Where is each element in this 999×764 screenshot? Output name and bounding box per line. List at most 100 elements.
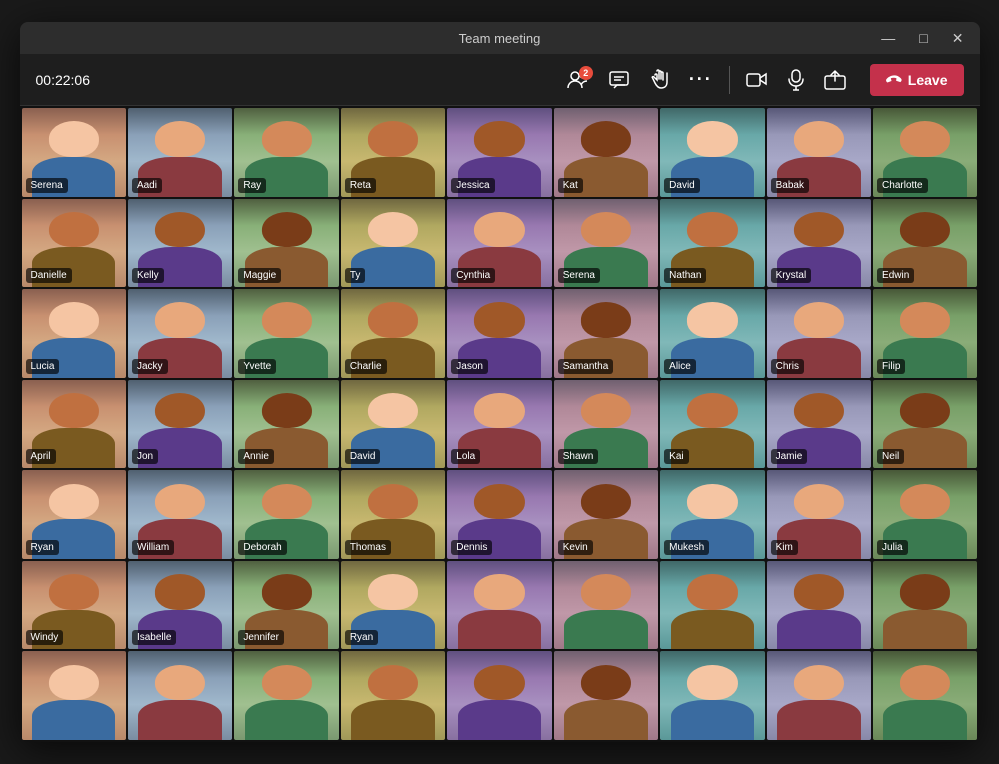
participant-name-label: Dennis bbox=[451, 540, 492, 555]
meeting-timer: 00:22:06 bbox=[36, 72, 91, 88]
participant-cell[interactable]: Ryan bbox=[341, 561, 445, 650]
participant-name-label: Kevin bbox=[558, 540, 593, 555]
participant-cell[interactable]: Windy bbox=[22, 561, 126, 650]
minimize-button[interactable]: — bbox=[877, 30, 899, 47]
participant-cell[interactable]: Lucia bbox=[22, 289, 126, 378]
participant-cell[interactable]: Jacky bbox=[128, 289, 232, 378]
mic-button[interactable] bbox=[780, 63, 812, 97]
participant-cell[interactable]: Filip bbox=[873, 289, 977, 378]
participant-cell[interactable]: Kelly bbox=[128, 199, 232, 288]
participant-cell[interactable]: Annie bbox=[234, 380, 338, 469]
raise-hand-button[interactable] bbox=[641, 63, 677, 97]
participant-cell[interactable] bbox=[447, 561, 551, 650]
participant-cell[interactable]: Yvette bbox=[234, 289, 338, 378]
share-button[interactable] bbox=[816, 64, 854, 96]
participant-cell[interactable]: Nathan bbox=[660, 199, 764, 288]
participant-cell[interactable]: Maggie bbox=[234, 199, 338, 288]
participant-cell[interactable]: Cynthia bbox=[447, 199, 551, 288]
chat-icon bbox=[609, 70, 629, 90]
participant-name-label: Aadi bbox=[132, 178, 162, 193]
participant-cell[interactable] bbox=[767, 561, 871, 650]
participant-name-label: Charlotte bbox=[877, 178, 928, 193]
participant-cell[interactable] bbox=[767, 651, 871, 740]
participant-cell[interactable]: William bbox=[128, 470, 232, 559]
participant-cell[interactable]: Ray bbox=[234, 108, 338, 197]
participant-cell[interactable]: Kim bbox=[767, 470, 871, 559]
participant-name-label: William bbox=[132, 540, 174, 555]
participants-button[interactable]: 2 bbox=[559, 64, 597, 96]
participant-cell[interactable]: Julia bbox=[873, 470, 977, 559]
participant-cell[interactable]: David bbox=[341, 380, 445, 469]
maximize-button[interactable]: □ bbox=[915, 30, 931, 47]
participant-cell[interactable]: Jessica bbox=[447, 108, 551, 197]
participant-cell[interactable]: Alice bbox=[660, 289, 764, 378]
participant-cell[interactable] bbox=[873, 651, 977, 740]
raise-hand-icon bbox=[649, 69, 669, 91]
camera-icon bbox=[746, 71, 768, 89]
participant-cell[interactable] bbox=[660, 561, 764, 650]
participant-name-label: Babak bbox=[771, 178, 809, 193]
participant-name-label: Shawn bbox=[558, 449, 599, 464]
window-title: Team meeting bbox=[459, 31, 541, 46]
participant-cell[interactable] bbox=[660, 651, 764, 740]
participant-name-label: Chris bbox=[771, 359, 804, 374]
participant-cell[interactable]: Neil bbox=[873, 380, 977, 469]
participant-cell[interactable]: Ryan bbox=[22, 470, 126, 559]
participant-cell[interactable]: David bbox=[660, 108, 764, 197]
participant-cell[interactable] bbox=[873, 561, 977, 650]
participant-cell[interactable] bbox=[128, 651, 232, 740]
participant-cell[interactable]: Isabelle bbox=[128, 561, 232, 650]
participant-cell[interactable]: Kai bbox=[660, 380, 764, 469]
divider bbox=[729, 66, 730, 94]
participant-name-label: Isabelle bbox=[132, 630, 176, 645]
participant-name-label: Kai bbox=[664, 449, 688, 464]
participant-cell[interactable]: Ty bbox=[341, 199, 445, 288]
participant-cell[interactable]: Shawn bbox=[554, 380, 658, 469]
participant-cell[interactable] bbox=[447, 651, 551, 740]
teams-window: Team meeting — □ ✕ 00:22:06 2 bbox=[20, 22, 980, 742]
participant-cell[interactable] bbox=[22, 651, 126, 740]
participant-cell[interactable]: Krystal bbox=[767, 199, 871, 288]
participant-name-label: Ty bbox=[345, 268, 366, 283]
participant-cell[interactable]: Mukesh bbox=[660, 470, 764, 559]
video-grid: SerenaAadiRayRetaJessicaKatDavidBabakCha… bbox=[20, 106, 980, 742]
participant-cell[interactable]: April bbox=[22, 380, 126, 469]
participant-cell[interactable] bbox=[234, 651, 338, 740]
participant-name-label: Kim bbox=[771, 540, 798, 555]
participant-cell[interactable]: Thomas bbox=[341, 470, 445, 559]
participant-cell[interactable]: Jamie bbox=[767, 380, 871, 469]
chat-button[interactable] bbox=[601, 64, 637, 96]
participant-cell[interactable]: Jason bbox=[447, 289, 551, 378]
participant-cell[interactable]: Jennifer bbox=[234, 561, 338, 650]
participant-cell[interactable]: Kat bbox=[554, 108, 658, 197]
participant-cell[interactable] bbox=[341, 651, 445, 740]
participant-cell[interactable]: Reta bbox=[341, 108, 445, 197]
participant-cell[interactable]: Jon bbox=[128, 380, 232, 469]
participant-cell[interactable]: Babak bbox=[767, 108, 871, 197]
participant-cell[interactable]: Serena bbox=[22, 108, 126, 197]
more-options-button[interactable]: ··· bbox=[681, 63, 721, 96]
close-button[interactable]: ✕ bbox=[948, 30, 968, 47]
participant-name-label: Lola bbox=[451, 449, 480, 464]
leave-label: Leave bbox=[908, 72, 948, 88]
participant-name-label: Mukesh bbox=[664, 540, 709, 555]
participant-cell[interactable] bbox=[554, 651, 658, 740]
participant-cell[interactable]: Samantha bbox=[554, 289, 658, 378]
participant-cell[interactable]: Deborah bbox=[234, 470, 338, 559]
participant-cell[interactable]: Edwin bbox=[873, 199, 977, 288]
title-bar: Team meeting — □ ✕ bbox=[20, 22, 980, 54]
participant-cell[interactable] bbox=[554, 561, 658, 650]
participant-cell[interactable]: Kevin bbox=[554, 470, 658, 559]
camera-button[interactable] bbox=[738, 65, 776, 95]
participant-cell[interactable]: Serena bbox=[554, 199, 658, 288]
participant-cell[interactable]: Charlotte bbox=[873, 108, 977, 197]
participant-cell[interactable]: Aadi bbox=[128, 108, 232, 197]
participant-cell[interactable]: Lola bbox=[447, 380, 551, 469]
participant-name-label: Ryan bbox=[26, 540, 59, 555]
participant-cell[interactable]: Charlie bbox=[341, 289, 445, 378]
leave-button[interactable]: Leave bbox=[870, 64, 964, 96]
participant-cell[interactable]: Danielle bbox=[22, 199, 126, 288]
participant-cell[interactable]: Chris bbox=[767, 289, 871, 378]
participant-name-label: Neil bbox=[877, 449, 904, 464]
participant-cell[interactable]: Dennis bbox=[447, 470, 551, 559]
